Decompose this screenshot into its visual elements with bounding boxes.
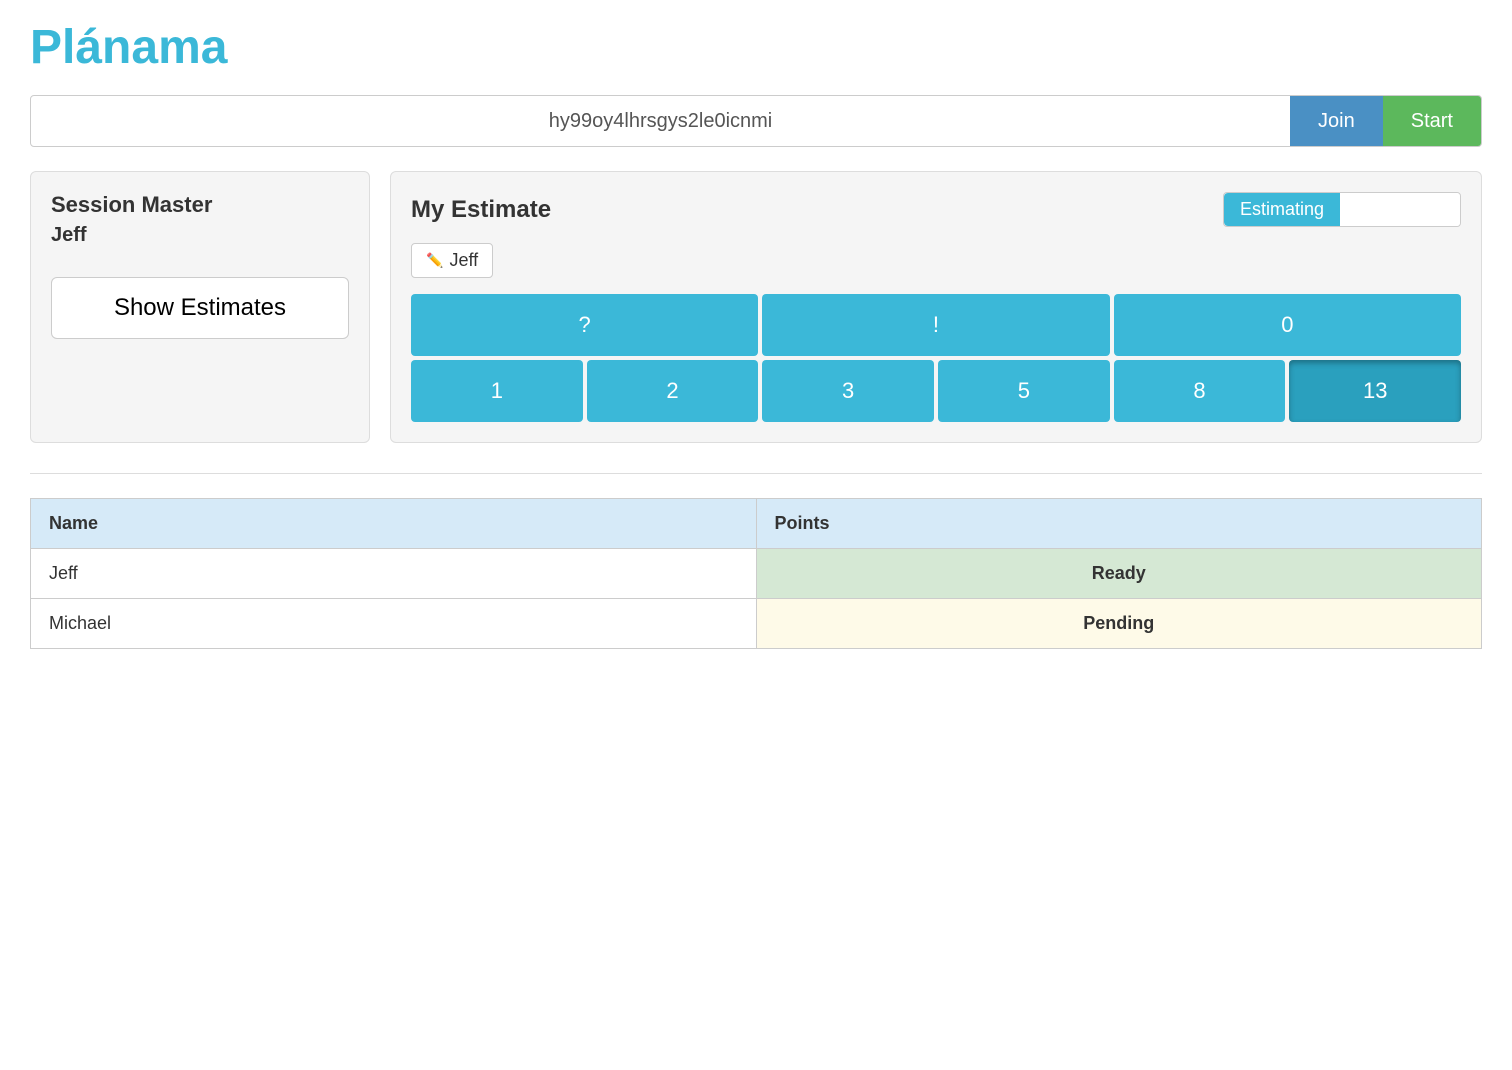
- table-row: MichaelPending: [31, 599, 1482, 649]
- pencil-icon: ✏️: [426, 252, 443, 269]
- estimating-input[interactable]: [1340, 193, 1460, 226]
- estimate-btn-2[interactable]: 2: [587, 360, 759, 422]
- start-button[interactable]: Start: [1383, 96, 1481, 146]
- estimating-badge: Estimating: [1224, 193, 1340, 226]
- participant-points: Ready: [756, 549, 1482, 599]
- participant-points: Pending: [756, 599, 1482, 649]
- points-column-header: Points: [756, 499, 1482, 549]
- estimate-btn-0[interactable]: 0: [1114, 294, 1461, 356]
- right-panel-header: My Estimate Estimating: [411, 192, 1461, 227]
- estimate-btn-3[interactable]: 3: [762, 360, 934, 422]
- estimate-btn-13[interactable]: 13: [1289, 360, 1461, 422]
- main-panels: Session Master Jeff Show Estimates My Es…: [30, 171, 1482, 443]
- left-panel: Session Master Jeff Show Estimates: [30, 171, 370, 443]
- name-column-header: Name: [31, 499, 757, 549]
- user-tag[interactable]: ✏️ Jeff: [411, 243, 493, 278]
- participant-name: Michael: [31, 599, 757, 649]
- session-master-label: Session Master: [51, 192, 349, 218]
- estimate-row-1: ?!0: [411, 294, 1461, 356]
- session-id: hy99oy4lhrsgys2le0icnmi: [31, 110, 1290, 133]
- app-title: Plánama: [30, 20, 1482, 75]
- estimate-btn-5[interactable]: 5: [938, 360, 1110, 422]
- estimate-grid: ?!0 1235813: [411, 294, 1461, 422]
- table-header-row: Name Points: [31, 499, 1482, 549]
- participants-tbody: JeffReadyMichaelPending: [31, 549, 1482, 649]
- right-panel: My Estimate Estimating ✏️ Jeff ?!0 12358…: [390, 171, 1482, 443]
- estimate-btn-?[interactable]: ?: [411, 294, 758, 356]
- user-tag-name: Jeff: [449, 250, 478, 271]
- session-bar: hy99oy4lhrsgys2le0icnmi Join Start: [30, 95, 1482, 147]
- estimate-btn-8[interactable]: 8: [1114, 360, 1286, 422]
- estimate-btn-![interactable]: !: [762, 294, 1109, 356]
- my-estimate-title: My Estimate: [411, 196, 551, 224]
- estimate-btn-1[interactable]: 1: [411, 360, 583, 422]
- participants-table: Name Points JeffReadyMichaelPending: [30, 498, 1482, 649]
- join-button[interactable]: Join: [1290, 96, 1383, 146]
- table-row: JeffReady: [31, 549, 1482, 599]
- participant-name: Jeff: [31, 549, 757, 599]
- estimating-input-area: Estimating: [1223, 192, 1461, 227]
- estimate-row-2: 1235813: [411, 360, 1461, 422]
- divider: [30, 473, 1482, 474]
- show-estimates-button[interactable]: Show Estimates: [51, 277, 349, 339]
- session-master-name: Jeff: [51, 224, 349, 247]
